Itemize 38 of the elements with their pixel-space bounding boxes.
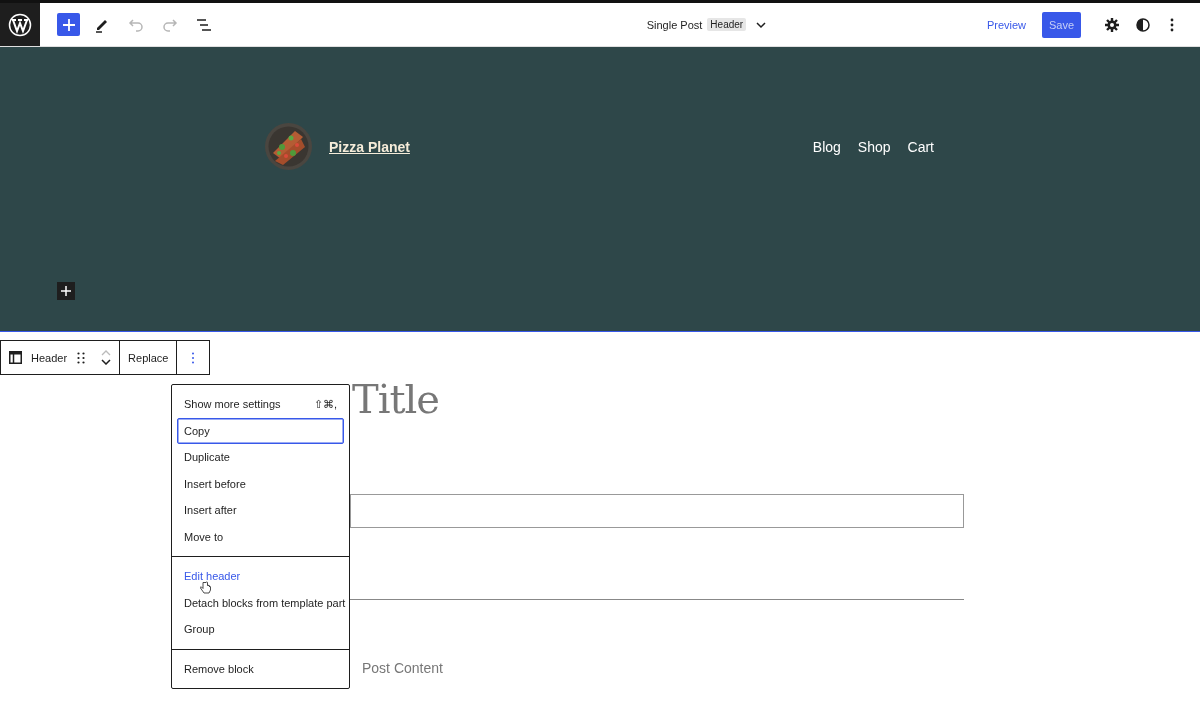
move-down-icon[interactable]: [101, 359, 112, 365]
document-title[interactable]: Single Post: [646, 18, 703, 31]
contrast-icon[interactable]: [1136, 17, 1150, 32]
redo-icon: [162, 17, 178, 32]
add-block-button[interactable]: [57, 282, 75, 300]
undo-icon: [128, 17, 144, 32]
hand-cursor-icon: [200, 581, 211, 594]
menu-item[interactable]: Move to: [177, 523, 344, 550]
settings-icon[interactable]: [1105, 17, 1119, 32]
layout-icon: [9, 351, 22, 364]
preview-link[interactable]: Preview: [982, 14, 1030, 35]
nav-link[interactable]: Shop: [857, 138, 891, 155]
drag-handle-icon[interactable]: [77, 351, 86, 364]
replace-button[interactable]: Replace: [128, 351, 169, 364]
post-content-field[interactable]: Post Content: [362, 660, 443, 676]
post-title: Title: [352, 376, 439, 422]
list-view-icon: [196, 17, 212, 32]
menu-item[interactable]: Duplicate: [177, 444, 344, 471]
nav-link[interactable]: Blog: [812, 138, 841, 155]
menu-item[interactable]: Detach blocks from template part: [177, 589, 344, 616]
menu-item[interactable]: Copy: [177, 417, 344, 444]
keyboard-shortcut: ⇧⌘,: [313, 397, 337, 411]
input-field[interactable]: [350, 494, 964, 528]
plus-icon: [61, 17, 76, 32]
menu-item[interactable]: Group: [177, 616, 344, 643]
plus-icon: [61, 286, 71, 296]
more-options-icon[interactable]: [1170, 17, 1174, 32]
template-part-label: Header: [707, 18, 747, 31]
block-type-button[interactable]: Header: [9, 351, 68, 364]
nav-link[interactable]: Cart: [907, 138, 934, 155]
menu-item[interactable]: Insert after: [177, 497, 344, 524]
menu-item[interactable]: Edit header: [177, 563, 344, 590]
wordpress-logo-icon[interactable]: [8, 12, 32, 37]
site-title-link[interactable]: Pizza Planet: [329, 138, 813, 155]
menu-item[interactable]: Show more settings ⇧⌘,: [177, 391, 344, 418]
add-block-button[interactable]: [57, 13, 80, 36]
menu-item[interactable]: Insert before: [177, 470, 344, 497]
menu-item[interactable]: Remove block: [177, 655, 344, 682]
